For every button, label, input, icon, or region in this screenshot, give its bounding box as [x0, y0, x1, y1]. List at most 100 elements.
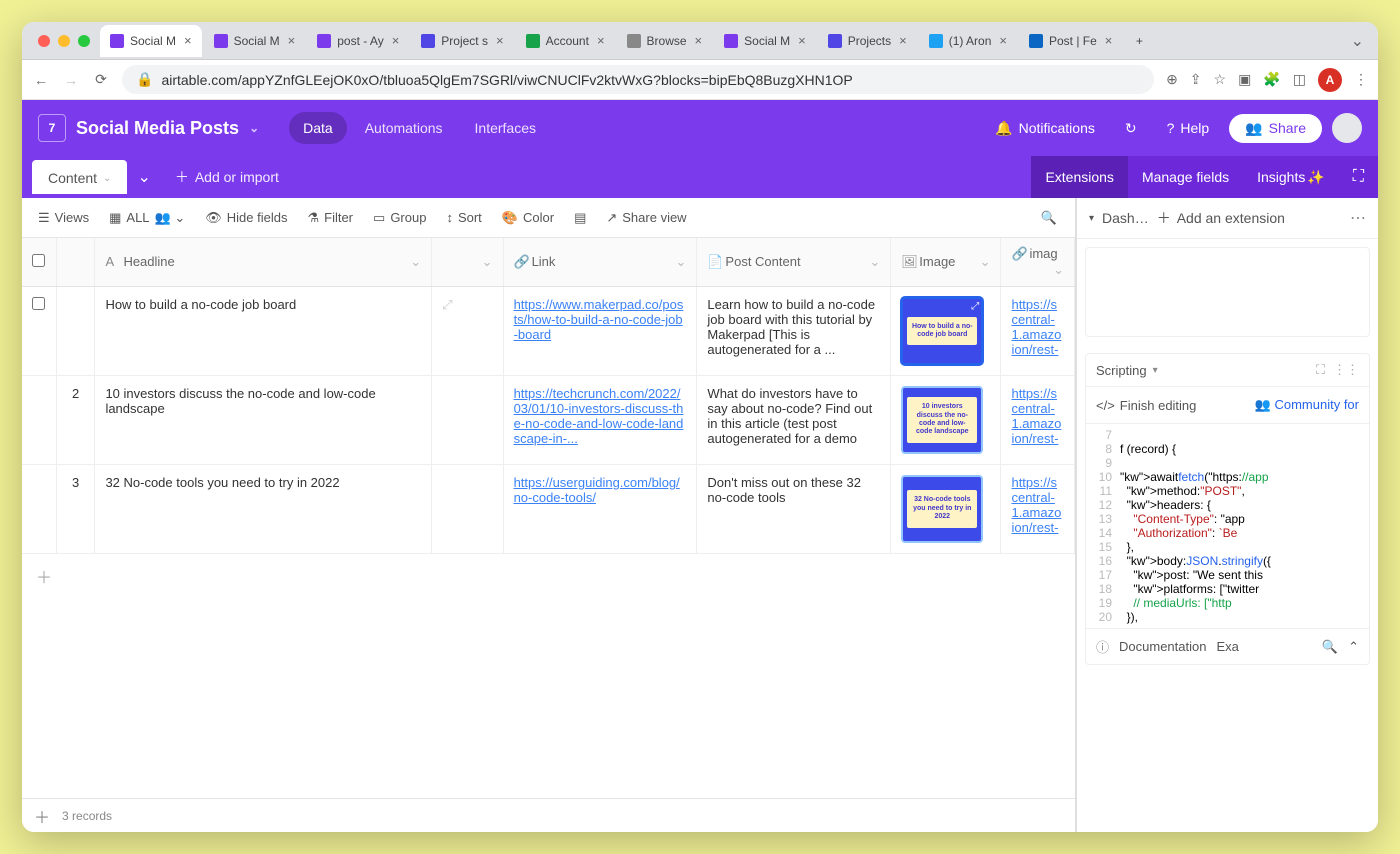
column-header[interactable]	[22, 238, 56, 287]
filter-button[interactable]: ⚗ Filter	[299, 204, 361, 232]
scripting-dropdown-icon[interactable]: ▾	[1153, 365, 1158, 376]
share-icon[interactable]: ⇪	[1190, 71, 1202, 88]
extensions-menu-icon[interactable]: ⋯	[1350, 208, 1366, 228]
field-menu-icon[interactable]: ⌄	[1053, 262, 1064, 278]
browser-tab[interactable]: Social M×	[100, 25, 202, 57]
image-cell[interactable]: 32 No-code tools you need to try in 2022	[891, 465, 1001, 554]
column-header[interactable]: 🖼Image ⌄	[891, 238, 1001, 287]
bookmark-icon[interactable]: ☆	[1214, 71, 1227, 88]
hide-fields-button[interactable]: 👁 Hide fields	[197, 204, 295, 232]
dashboard-label[interactable]: Dash…	[1102, 210, 1149, 226]
expand-pane-icon[interactable]: ⛶	[1339, 156, 1378, 198]
documentation-link[interactable]: Documentation	[1119, 639, 1206, 654]
select-all-checkbox[interactable]	[32, 254, 45, 267]
browser-tab[interactable]: Project s×	[411, 25, 513, 57]
headline-cell[interactable]: 32 No-code tools you need to try in 2022	[95, 465, 432, 554]
row-checkbox-cell[interactable]	[22, 376, 56, 465]
browser-tab[interactable]: Browse×	[617, 25, 713, 57]
field-menu-icon[interactable]: ⌄	[410, 254, 421, 270]
close-tab-icon[interactable]: ×	[392, 33, 400, 48]
close-tab-icon[interactable]: ×	[1105, 33, 1113, 48]
tab-overflow-button[interactable]: ⌄	[1345, 31, 1370, 51]
column-header[interactable]	[56, 238, 95, 287]
primary-expand-cell[interactable]	[432, 465, 503, 554]
image-url-cell[interactable]: https://s central-1.amazo ion/rest-	[1001, 287, 1075, 376]
new-tab-button[interactable]: +	[1124, 25, 1154, 57]
close-tab-icon[interactable]: ×	[597, 33, 605, 48]
code-line[interactable]: f (record) {	[1120, 442, 1176, 456]
browser-tab[interactable]: Account×	[516, 25, 615, 57]
right-tab-extensions[interactable]: Extensions	[1031, 156, 1127, 198]
link-cell[interactable]: https://techcrunch.com/2022/03/01/10-inv…	[503, 376, 697, 465]
image-thumbnail[interactable]: ⤢How to build a no-code job board	[901, 297, 983, 365]
sort-button[interactable]: ↕ Sort	[438, 204, 489, 231]
share-button[interactable]: 👥Share	[1229, 114, 1322, 143]
code-line[interactable]: "kw">method	[1120, 484, 1197, 498]
header-tab-automations[interactable]: Automations	[351, 112, 457, 144]
content-cell[interactable]: What do investors have to say about no-c…	[697, 376, 891, 465]
field-menu-icon[interactable]: ⌄	[676, 254, 687, 270]
close-tab-icon[interactable]: ×	[999, 33, 1007, 48]
maximize-window-icon[interactable]	[78, 35, 90, 47]
url-input[interactable]: 🔒 airtable.com/appYZnfGLEejOK0xO/tbluoa5…	[122, 65, 1154, 94]
right-tab-manage-fields[interactable]: Manage fields	[1128, 156, 1243, 198]
browser-tab[interactable]: Projects×	[818, 25, 917, 57]
profile-avatar[interactable]: A	[1318, 68, 1342, 92]
zoom-icon[interactable]: ⊕	[1166, 71, 1178, 88]
code-line[interactable]: "Authorization": `Be	[1120, 526, 1237, 540]
code-line[interactable]: "Content-Type": "app	[1120, 512, 1245, 526]
close-tab-icon[interactable]: ×	[184, 33, 192, 48]
group-button[interactable]: ▭ Group	[365, 204, 434, 232]
expand-image-icon[interactable]: ⤢	[971, 301, 979, 312]
browser-tab[interactable]: Social M×	[714, 25, 816, 57]
column-header[interactable]: 📄Post Content ⌄	[697, 238, 891, 287]
browser-tab[interactable]: (1) Aron×	[919, 25, 1017, 57]
views-button[interactable]: ☰ Views	[30, 204, 97, 232]
column-header[interactable]: ⌄	[432, 238, 503, 287]
header-tab-interfaces[interactable]: Interfaces	[461, 112, 550, 144]
right-tab-insights[interactable]: Insights✨	[1243, 156, 1339, 198]
forward-button[interactable]: →	[62, 71, 80, 89]
headline-cell[interactable]: How to build a no-code job board	[95, 287, 432, 376]
field-menu-icon[interactable]: ⌄	[482, 254, 493, 270]
user-avatar[interactable]	[1332, 113, 1362, 143]
sidepanel-icon[interactable]: ◫	[1293, 71, 1306, 88]
browser-menu-icon[interactable]: ⋮	[1354, 71, 1368, 88]
finish-editing-button[interactable]: </> Finish editing	[1096, 398, 1196, 413]
community-link[interactable]: 👥 Community for	[1255, 397, 1359, 413]
back-button[interactable]: ←	[32, 71, 50, 89]
row-checkbox-cell[interactable]	[22, 287, 56, 376]
extensions-icon[interactable]: 🧩	[1263, 71, 1280, 88]
column-header[interactable]: 🔗Link ⌄	[503, 238, 697, 287]
header-tab-data[interactable]: Data	[289, 112, 347, 144]
image-url-cell[interactable]: https://s central-1.amazo ion/rest-	[1001, 376, 1075, 465]
notifications-button[interactable]: 🔔Notifications	[985, 114, 1105, 143]
extension-icon-1[interactable]: ▣	[1238, 71, 1251, 88]
image-cell[interactable]: 10 investors discuss the no-code and low…	[891, 376, 1001, 465]
info-icon[interactable]: ⓘ	[1096, 637, 1109, 656]
code-editor[interactable]: 78f (record) {910"kw">await fetch("https…	[1086, 424, 1369, 628]
dashboard-collapse-icon[interactable]: ▾	[1089, 213, 1094, 224]
examples-link[interactable]: Exa	[1216, 639, 1238, 654]
footer-add-button[interactable]: ＋	[34, 804, 50, 828]
table-list-dropdown[interactable]: ⌄	[127, 167, 160, 187]
field-menu-icon[interactable]: ⌄	[869, 254, 880, 270]
grid-view-selector[interactable]: ▦ ALL 👥 ⌄	[101, 204, 193, 232]
image-thumbnail[interactable]: 32 No-code tools you need to try in 2022	[901, 475, 983, 543]
browser-tab[interactable]: post - Ay×	[307, 25, 409, 57]
table-tab-caret-icon[interactable]: ⌄	[103, 173, 111, 184]
row-checkbox-cell[interactable]	[22, 465, 56, 554]
primary-expand-cell[interactable]	[432, 376, 503, 465]
code-line[interactable]: "kw">headers	[1120, 498, 1200, 512]
table-row[interactable]: 3 32 No-code tools you need to try in 20…	[22, 465, 1075, 554]
browser-tab[interactable]: Social M×	[204, 25, 306, 57]
base-dropdown-icon[interactable]: ⌄	[249, 121, 259, 135]
table-row[interactable]: 2 10 investors discuss the no-code and l…	[22, 376, 1075, 465]
share-view-button[interactable]: ↗ Share view	[598, 204, 694, 232]
link-cell[interactable]: https://www.makerpad.co/posts/how-to-bui…	[503, 287, 697, 376]
close-window-icon[interactable]	[38, 35, 50, 47]
table-row[interactable]: How to build a no-code job board ⤢ https…	[22, 287, 1075, 376]
code-line[interactable]: "kw">body	[1120, 554, 1183, 568]
drag-handle-icon[interactable]: ⋮⋮	[1333, 362, 1359, 378]
close-tab-icon[interactable]: ×	[496, 33, 504, 48]
